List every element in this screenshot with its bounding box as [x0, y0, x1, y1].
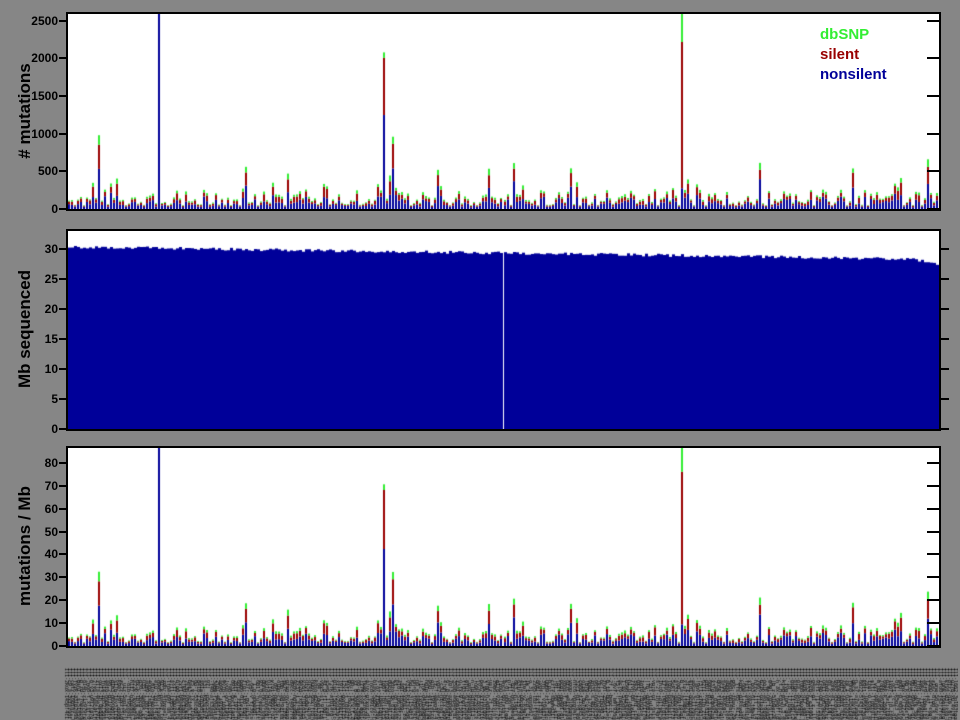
y-tick-label: 0: [14, 422, 58, 436]
y-tick-mark-right: [941, 308, 949, 310]
y-tick-label: 60: [14, 502, 58, 516]
y-tick-mark-right: [927, 599, 939, 601]
y-tick-mark: [59, 278, 66, 280]
y-tick-label: 25: [14, 272, 58, 286]
mutations-bars-canvas: [68, 14, 939, 209]
y-tick-label: 0: [14, 639, 58, 653]
panel-mutations: dbSNP silent nonsilent: [66, 12, 941, 211]
y-tick-mark-right: [927, 645, 939, 647]
y-tick-mark-right: [941, 248, 949, 250]
y-tick-mark-right: [927, 576, 939, 578]
y-tick-mark-right: [941, 398, 949, 400]
y-tick-mark: [59, 95, 66, 97]
y-tick-label: 0: [14, 202, 58, 216]
y-tick-mark: [59, 398, 66, 400]
rate-bars-canvas: [68, 448, 939, 646]
panel-rate: [66, 446, 941, 648]
figure: # mutations Mb sequenced mutations / Mb …: [0, 0, 960, 720]
coverage-bars-canvas: [68, 231, 939, 429]
panel-coverage: [66, 229, 941, 431]
y-tick-mark: [59, 553, 66, 555]
y-tick-label: 5: [14, 392, 58, 406]
y-tick-label: 1000: [14, 127, 58, 141]
y-tick-label: 30: [14, 570, 58, 584]
y-tick-label: 40: [14, 547, 58, 561]
y-tick-label: 80: [14, 456, 58, 470]
y-tick-mark: [59, 462, 66, 464]
y-tick-mark: [59, 622, 66, 624]
y-tick-mark-right: [927, 622, 939, 624]
y-tick-mark: [59, 645, 66, 647]
y-tick-mark: [59, 20, 66, 22]
y-tick-label: 2500: [14, 14, 58, 28]
y-tick-label: 20: [14, 593, 58, 607]
y-tick-mark-right: [941, 278, 949, 280]
y-tick-label: 1500: [14, 89, 58, 103]
y-tick-mark-right: [927, 20, 939, 22]
y-tick-mark-right: [927, 462, 939, 464]
y-tick-mark: [59, 428, 66, 430]
y-tick-mark-right: [941, 428, 949, 430]
y-tick-mark: [59, 248, 66, 250]
y-tick-mark-right: [927, 133, 939, 135]
y-tick-mark: [59, 57, 66, 59]
x-axis-sample-labels: [60, 664, 958, 720]
y-tick-label: 50: [14, 525, 58, 539]
legend-item-dbsnp: dbSNP: [820, 25, 887, 45]
y-tick-mark: [59, 599, 66, 601]
y-tick-mark-right: [927, 553, 939, 555]
y-tick-mark: [59, 308, 66, 310]
y-tick-mark-right: [941, 368, 949, 370]
y-tick-label: 500: [14, 164, 58, 178]
y-tick-mark: [59, 508, 66, 510]
y-tick-label: 30: [14, 242, 58, 256]
y-tick-label: 20: [14, 302, 58, 316]
y-tick-mark: [59, 133, 66, 135]
y-tick-mark: [59, 338, 66, 340]
y-tick-mark: [59, 485, 66, 487]
y-tick-mark: [59, 208, 66, 210]
y-tick-label: 10: [14, 616, 58, 630]
y-tick-mark-right: [927, 531, 939, 533]
y-tick-mark-right: [927, 508, 939, 510]
legend-item-nonsilent: nonsilent: [820, 65, 887, 85]
y-tick-label: 70: [14, 479, 58, 493]
y-tick-mark-right: [927, 485, 939, 487]
legend: dbSNP silent nonsilent: [820, 25, 887, 85]
legend-item-silent: silent: [820, 45, 887, 65]
y-tick-mark: [59, 531, 66, 533]
y-tick-mark-right: [927, 95, 939, 97]
y-tick-mark: [59, 368, 66, 370]
y-tick-mark-right: [927, 208, 939, 210]
y-tick-label: 10: [14, 362, 58, 376]
y-tick-mark-right: [927, 57, 939, 59]
y-tick-mark-right: [927, 170, 939, 172]
y-tick-mark: [59, 576, 66, 578]
y-tick-label: 15: [14, 332, 58, 346]
y-tick-mark: [59, 170, 66, 172]
y-tick-mark-right: [941, 338, 949, 340]
y-tick-label: 2000: [14, 51, 58, 65]
